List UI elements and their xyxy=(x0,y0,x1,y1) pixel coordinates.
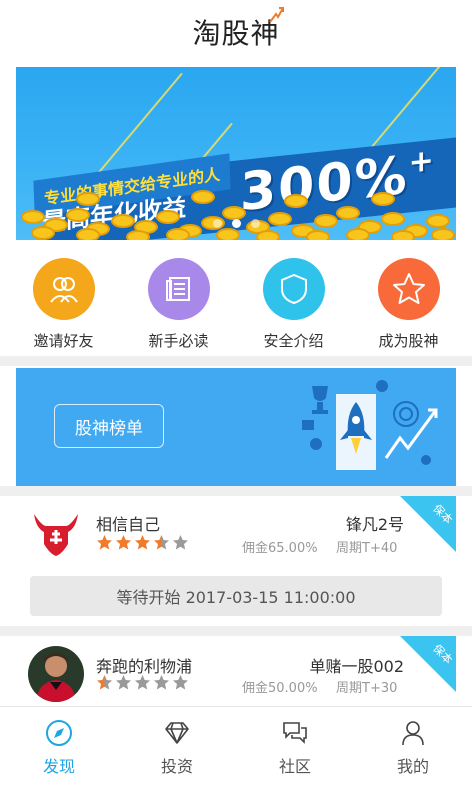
user-icon xyxy=(402,720,424,745)
coin xyxy=(216,228,240,240)
coin xyxy=(336,206,360,220)
rating-star-icon xyxy=(154,535,169,550)
rating-stars xyxy=(96,534,189,551)
period: 周期T+30 xyxy=(336,681,398,696)
start-time-bar[interactable]: 等待开始 2017-03-15 11:00:00 xyxy=(30,576,442,616)
product-name: 锋凡2号 xyxy=(345,515,404,534)
promo-banner[interactable]: 专业的事情交给专业的人 最高年化收益 300%+ xyxy=(16,67,456,240)
shortcut-row: 邀请好友 新手必读 安全介绍 成为股神 xyxy=(0,250,472,354)
rating-star-icon xyxy=(116,535,131,550)
commission-rate: 佣金65.00% xyxy=(242,541,318,556)
guarantee-badge: 保本 xyxy=(400,496,456,552)
shortcut-label: 安全介绍 xyxy=(263,332,324,350)
tab-label: 投资 xyxy=(160,756,193,776)
trend-arrow-icon xyxy=(268,7,284,23)
shortcut-become-master[interactable]: 成为股神 xyxy=(359,250,459,354)
ranking-banner[interactable]: 股神榜单 xyxy=(16,368,456,486)
shield-icon xyxy=(262,258,325,320)
pager-dot-active[interactable] xyxy=(231,219,241,228)
guarantee-badge: 保本 xyxy=(400,636,456,692)
book-icon xyxy=(147,258,210,320)
shortcut-beginner-guide[interactable]: 新手必读 xyxy=(129,250,229,354)
app-header: 淘股神 xyxy=(0,0,472,64)
ranking-button[interactable]: 股神榜单 xyxy=(54,404,164,448)
tab-label: 社区 xyxy=(278,756,311,776)
shortcut-label: 成为股神 xyxy=(378,332,439,350)
coin xyxy=(191,190,215,204)
rating-stars xyxy=(96,674,189,691)
compass-icon xyxy=(46,719,72,746)
commission-rate: 佣金50.00% xyxy=(242,681,318,696)
avatar xyxy=(28,646,84,702)
coin xyxy=(222,206,246,220)
banner-pager xyxy=(16,219,456,228)
coin xyxy=(306,230,330,240)
rating-star-icon xyxy=(97,535,112,550)
tab-discover[interactable]: 发现 xyxy=(0,707,118,788)
rating-star-icon xyxy=(173,535,188,550)
coin xyxy=(371,192,395,206)
coin xyxy=(256,230,280,240)
tab-invest[interactable]: 投资 xyxy=(118,707,236,788)
rating-star-icon xyxy=(135,675,150,690)
coin xyxy=(346,228,370,240)
coin xyxy=(31,226,55,240)
pager-dot[interactable] xyxy=(212,219,222,228)
friends-icon xyxy=(32,258,95,320)
rating-star-icon xyxy=(154,675,169,690)
tab-label: 发现 xyxy=(42,756,75,776)
section-divider xyxy=(0,486,472,496)
app-logo: 淘股神 xyxy=(192,7,284,52)
rating-star-icon xyxy=(173,675,188,690)
coin xyxy=(76,192,100,206)
master-card[interactable]: 相信自己 锋凡2号 佣金65.00% 周期T+40 保本 xyxy=(16,496,456,568)
coin xyxy=(284,194,308,208)
tab-mine[interactable]: 我的 xyxy=(354,707,472,788)
bottom-tab-bar: 发现 投资 社区 我的 xyxy=(0,706,472,788)
period: 周期T+40 xyxy=(336,541,398,556)
app-title: 淘股神 xyxy=(192,17,280,50)
coin xyxy=(391,230,415,240)
avatar xyxy=(28,504,84,560)
coin xyxy=(76,228,100,240)
pager-dot[interactable] xyxy=(250,219,260,228)
coin xyxy=(126,230,150,240)
master-name: 相信自己 xyxy=(96,515,161,534)
shortcut-label: 新手必读 xyxy=(148,332,209,350)
product-name: 单赌一股002 xyxy=(309,657,404,676)
tab-label: 我的 xyxy=(396,756,429,776)
chat-icon xyxy=(283,721,307,744)
diamond-icon xyxy=(165,721,189,744)
rating-star-icon xyxy=(116,675,131,690)
coin xyxy=(431,228,455,240)
star-icon xyxy=(377,258,440,320)
coin xyxy=(166,228,190,240)
rating-star-icon xyxy=(135,535,150,550)
section-divider xyxy=(0,626,472,636)
coin-pile xyxy=(16,170,456,240)
tab-community[interactable]: 社区 xyxy=(236,707,354,788)
shortcut-label: 邀请好友 xyxy=(33,332,94,350)
shortcut-invite-friends[interactable]: 邀请好友 xyxy=(14,250,114,354)
master-card[interactable]: 奔跑的利物浦 单赌一股002 佣金50.00% 周期T+30 保本 xyxy=(16,636,456,706)
shortcut-security-intro[interactable]: 安全介绍 xyxy=(244,250,344,354)
rating-star-icon xyxy=(97,675,112,690)
rocket-illustration-icon xyxy=(302,380,438,470)
section-divider xyxy=(0,356,472,366)
